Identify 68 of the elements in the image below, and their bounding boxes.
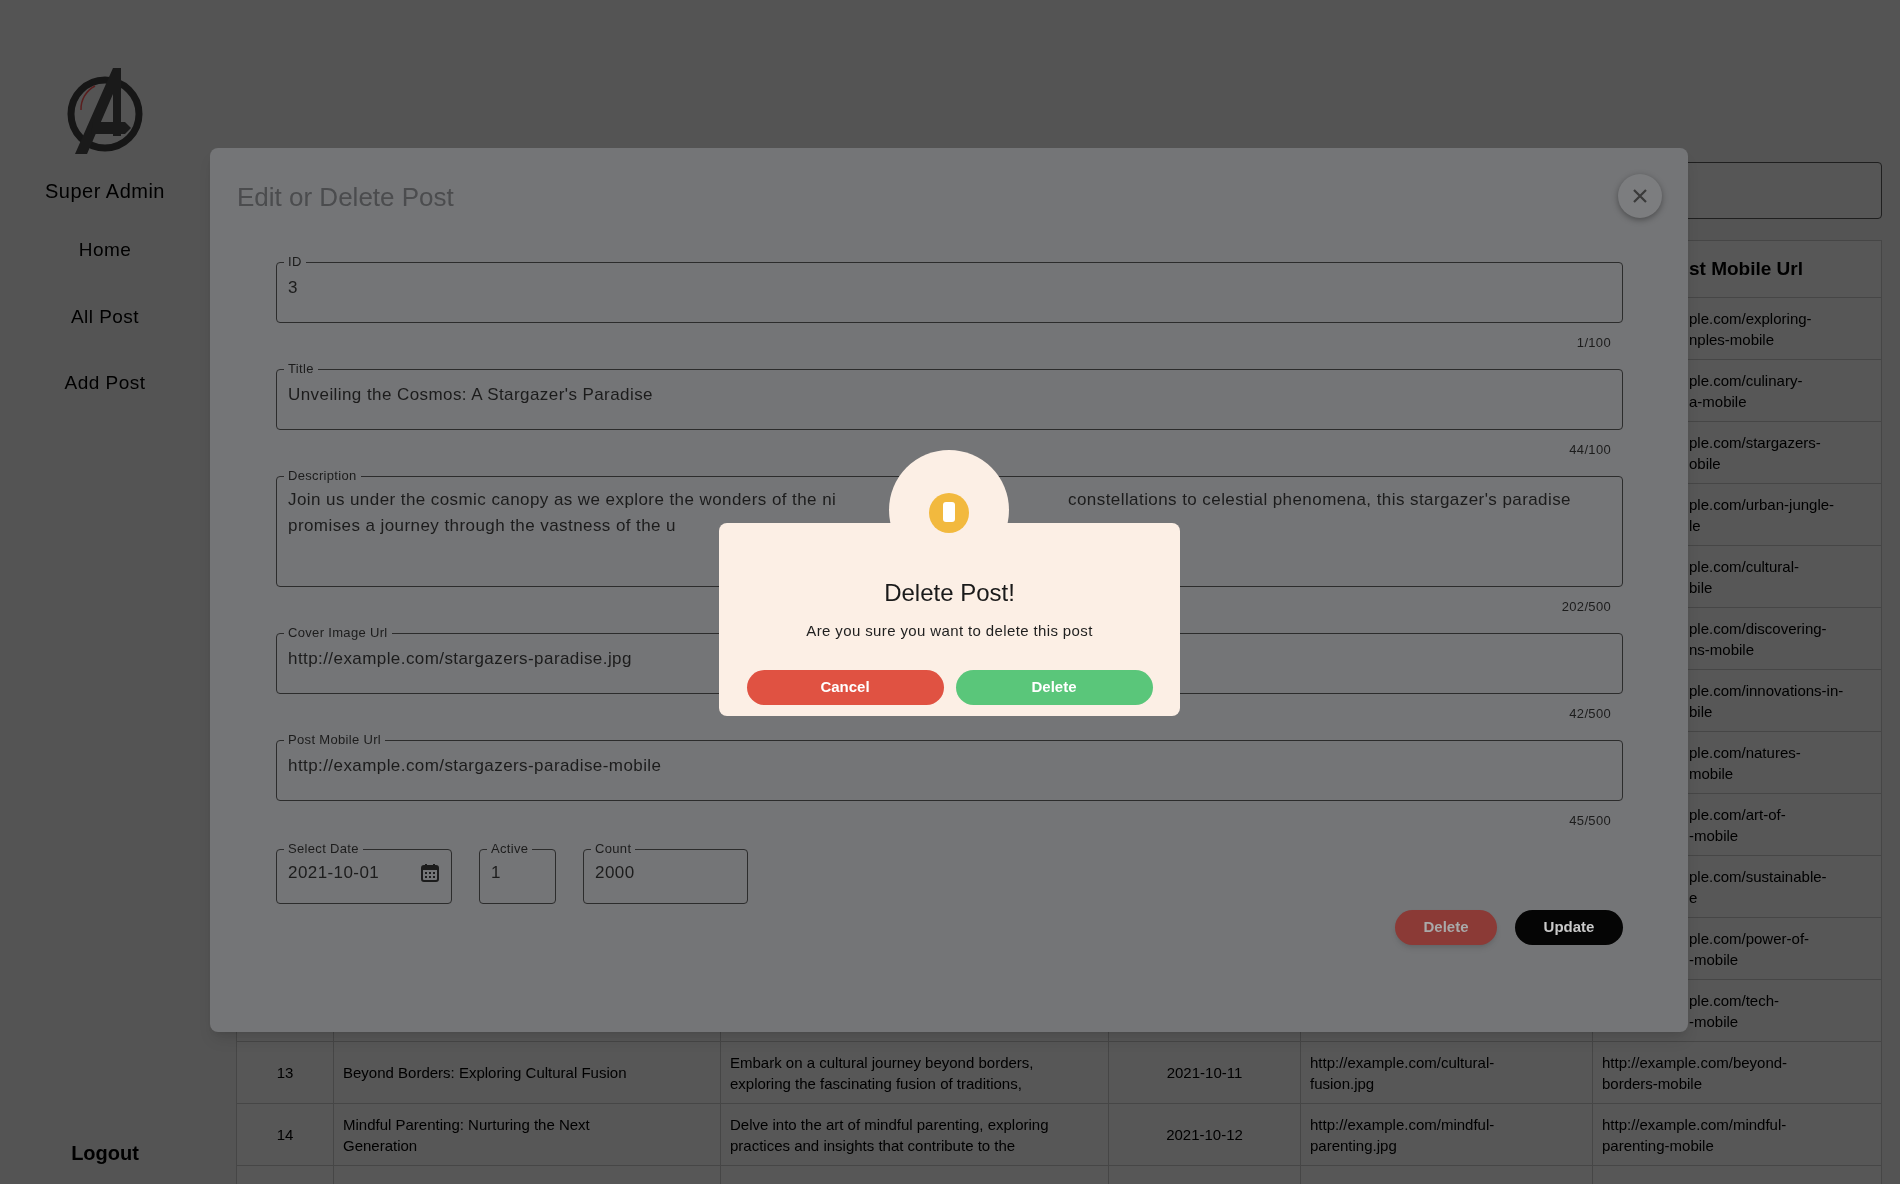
table-cell-text: ple.com/innovations-in- bile <box>1689 680 1844 722</box>
close-icon <box>1632 188 1648 204</box>
table-cell-text: Embark on a cultural journey beyond borders, exploring the fascinating fusion of traditions, <box>730 1052 1034 1094</box>
nav-link[interactable]: Home <box>78 236 132 265</box>
table-cell-text: http://example.com/cultural- fusion.jpg <box>1310 1052 1495 1094</box>
field-value: Join us under the cosmic canopy as we explore the wonders of the ni <box>288 489 837 511</box>
table-cell-text: 14 <box>276 1125 294 1145</box>
app-title: Super Admin <box>45 179 165 204</box>
field-label: Post Mobile Url <box>287 733 382 747</box>
text-field[interactable]: ID 3 <box>276 255 1623 323</box>
table-cell-text: ple.com/urban-jungle- le <box>1689 494 1835 536</box>
table-cell-text: ple.com/exploring- nples-mobile <box>1689 308 1812 350</box>
table-cell-text: ple.com/art-of- -mobile <box>1689 804 1786 846</box>
field-value: 2000 <box>595 862 635 884</box>
nav-link[interactable]: Add Post <box>64 369 146 398</box>
close-button[interactable] <box>1618 174 1662 218</box>
char-counter: 45/500 <box>1569 811 1611 830</box>
field-label: Select Date <box>287 842 360 856</box>
table-cell-text: ple.com/natures- mobile <box>1689 742 1801 784</box>
field-value: http://example.com/stargazers-paradise.jpg <box>288 648 632 670</box>
char-counter: 1/100 <box>1576 333 1611 352</box>
table-cell-text: Mindful Parenting: Nurturing the Next Generation <box>343 1114 590 1156</box>
table-cell-text: Delve into the art of mindful parenting, exploring practices and insights that contribute to the <box>730 1114 1049 1156</box>
number-field[interactable]: Count 2000 <box>583 842 748 904</box>
table-cell-text: http://example.com/beyond- borders-mobile <box>1602 1052 1788 1094</box>
field-label: ID <box>287 255 303 269</box>
text-field[interactable]: Post Mobile Url http://example.com/stargazers-paradise-mobile <box>276 733 1623 801</box>
field-value: 3 <box>288 277 298 299</box>
field-label: Description <box>287 469 358 483</box>
delete-button[interactable]: Delete <box>1395 910 1497 945</box>
char-counter: 42/500 <box>1569 704 1611 723</box>
confirm-button[interactable]: Delete <box>955 669 1153 705</box>
table-cell-text: ple.com/sustainable- e <box>1689 866 1827 908</box>
table-cell-text: http://example.com/mindful- parenting-mobile <box>1602 1114 1787 1156</box>
logout-link[interactable]: Logout <box>71 1138 139 1168</box>
field-label: Cover Image Url <box>287 626 389 640</box>
field-label: Count <box>594 842 633 856</box>
cancel-button[interactable]: Cancel <box>746 669 944 705</box>
table-cell-text: ple.com/tech- -mobile <box>1689 990 1780 1032</box>
table-cell-text: http://example.com/mindful- parenting.jpg <box>1310 1114 1495 1156</box>
field-label: Title <box>287 362 315 376</box>
text-field[interactable]: Title Unveiling the Cosmos: A Stargazer's Paradise <box>276 362 1623 430</box>
table-cell-text: ple.com/power-of- -mobile <box>1689 928 1810 970</box>
table-cell-text: 13 <box>276 1063 294 1083</box>
table-cell-text: 2021-10-11 <box>1166 1063 1243 1083</box>
table-cell-text: Beyond Borders: Exploring Cultural Fusion <box>343 1063 627 1083</box>
date-field[interactable]: Select Date 2021-10-01 <box>276 842 452 904</box>
alert-message: Are you sure you want to delete this post <box>806 621 1093 641</box>
table-cell-text: ple.com/discovering- ns-mobile <box>1689 618 1827 660</box>
table-cell-text: 2021-10-12 <box>1166 1125 1243 1145</box>
table-cell-text: ple.com/cultural- bile <box>1689 556 1800 598</box>
field-value: 2021-10-01 <box>288 862 380 884</box>
field-value: promises a journey through the vastness of the u <box>288 515 676 537</box>
char-counter: 44/100 <box>1569 440 1611 459</box>
table-cell-text: ple.com/culinary- a-mobile <box>1689 370 1803 412</box>
number-field[interactable]: Active 1 <box>479 842 556 904</box>
nav-link[interactable]: All Post <box>70 302 140 331</box>
table-cell-text: ple.com/stargazers- obile <box>1689 432 1821 474</box>
update-button[interactable]: Update <box>1515 910 1623 945</box>
calendar-icon[interactable] <box>420 863 440 883</box>
field-value: constellations to celestial phenomena, this stargazer's paradise <box>1068 489 1571 511</box>
warning-icon <box>929 493 969 533</box>
column-header: st Mobile Url <box>1689 256 1803 281</box>
char-counter: 202/500 <box>1561 597 1611 616</box>
field-value: 1 <box>491 862 501 884</box>
field-value: http://example.com/stargazers-paradise-mobile <box>288 755 662 777</box>
field-value: Unveiling the Cosmos: A Stargazer's Paradise <box>288 384 653 406</box>
field-label: Active <box>490 842 530 856</box>
